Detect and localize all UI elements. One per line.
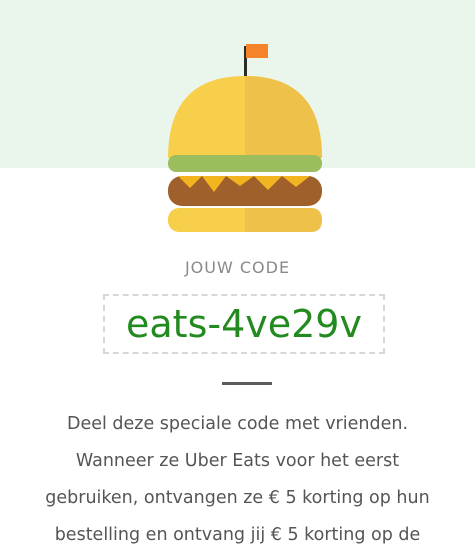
description-line: Wanneer ze Uber Eats voor het eerst [75, 451, 400, 471]
description-line: Deel deze speciale code met vrienden. [66, 414, 409, 434]
flag [246, 44, 268, 58]
divider [222, 382, 272, 385]
description-line: gebruiken, ontvangen ze € 5 korting op h… [45, 488, 430, 508]
bottom-bun-shade [245, 208, 322, 232]
description-line: bestelling en ontvang jij € 5 korting op… [54, 525, 421, 545]
promo-code-box[interactable]: eats-4ve29v [103, 294, 385, 354]
code-label: JOUW CODE [184, 258, 291, 277]
lettuce [168, 155, 322, 172]
referral-description: Deel deze speciale code met vrienden. Wa… [20, 406, 455, 554]
top-bun-shade [245, 76, 322, 158]
promo-code[interactable]: eats-4ve29v [126, 305, 362, 343]
burger-icon [168, 44, 322, 232]
